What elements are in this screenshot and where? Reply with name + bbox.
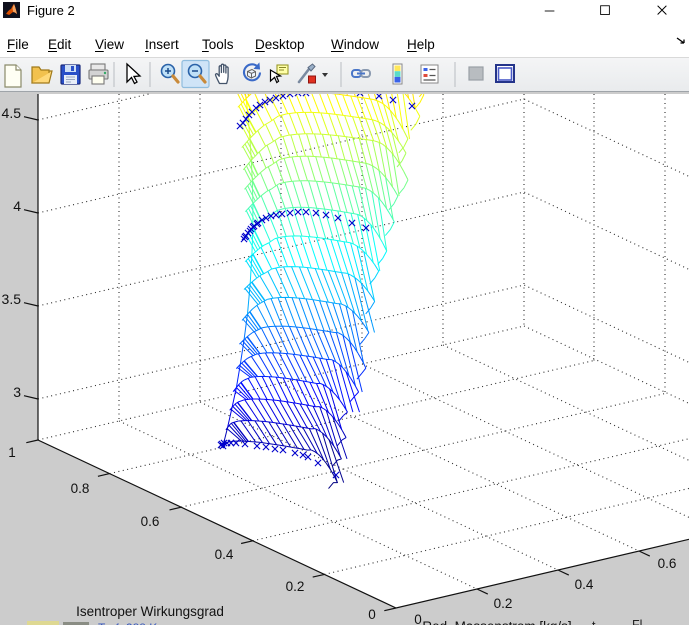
svg-text:0.6: 0.6 xyxy=(658,556,677,571)
svg-text:t: t xyxy=(592,619,596,625)
svg-text:3.5: 3.5 xyxy=(2,291,22,307)
svg-text:0.4: 0.4 xyxy=(575,577,594,592)
svg-text:0.2: 0.2 xyxy=(286,579,305,594)
svg-text:Red. Massenstrom [kg/s]: Red. Massenstrom [kg/s] xyxy=(422,619,571,625)
svg-text:0.8: 0.8 xyxy=(71,481,90,496)
svg-text:Fl: Fl xyxy=(632,618,642,625)
svg-text:3: 3 xyxy=(13,384,21,400)
svg-text:Isentroper Wirkungsgrad: Isentroper Wirkungsgrad xyxy=(76,604,224,619)
svg-text:0: 0 xyxy=(368,607,376,622)
svg-text:0.4: 0.4 xyxy=(215,547,234,562)
svg-text:1: 1 xyxy=(8,445,16,460)
svg-text:0: 0 xyxy=(414,612,422,625)
svg-text:4.5: 4.5 xyxy=(2,105,22,121)
svg-text:0.6: 0.6 xyxy=(141,514,160,529)
svg-text:Tref=288 K: Tref=288 K xyxy=(98,621,157,625)
svg-text:4: 4 xyxy=(13,198,21,214)
svg-text:0.2: 0.2 xyxy=(494,596,513,611)
